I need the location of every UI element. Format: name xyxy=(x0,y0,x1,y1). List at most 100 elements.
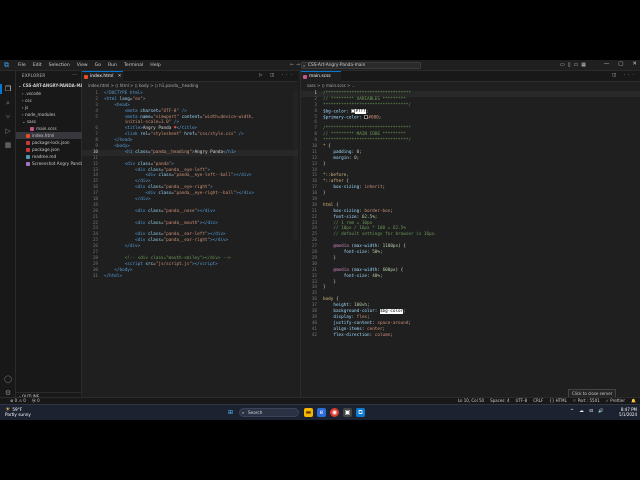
file-tree-label: package.json xyxy=(32,147,60,152)
line-number: 42 xyxy=(311,332,317,338)
close-icon[interactable]: ✕ xyxy=(632,61,637,67)
tab-main-scss[interactable]: main.scss xyxy=(301,71,341,82)
layout-toggle-icons[interactable]: ▭▯▭▦ xyxy=(560,62,589,68)
status-item[interactable]: UTF-8 xyxy=(516,398,528,403)
menu-edit[interactable]: Edit xyxy=(33,60,42,71)
code-line[interactable]: 31 </html> xyxy=(82,274,298,280)
file-tree-item[interactable]: ⌄ sass xyxy=(16,118,82,125)
search-icon[interactable]: ⌕ xyxy=(3,98,13,108)
file-explorer-icon[interactable]: ▬ xyxy=(304,408,313,417)
command-center-label: CSS-Art-Angry-Panda-main xyxy=(308,63,366,68)
search-icon: ⌕ xyxy=(303,63,306,68)
status-item[interactable]: Ln 10, Col 50 xyxy=(458,398,484,403)
maximize-icon[interactable]: ▢ xyxy=(618,61,623,67)
tab-bar: main.scss ◫ ··· xyxy=(301,71,640,82)
file-tree-item[interactable]: › css xyxy=(16,97,82,104)
code-area[interactable]: 1 <!DOCTYPE html> 2 <html lang="en"> 3 <head… xyxy=(82,91,298,280)
file-type-icon xyxy=(26,148,30,152)
file-type-icon xyxy=(30,127,34,131)
menu-terminal[interactable]: Terminal xyxy=(124,60,143,71)
file-type-icon xyxy=(26,155,30,159)
status-item[interactable]: CRLF xyxy=(533,398,543,403)
editor-group-html: index.html ✕ ▷ ◫ ··· index.html > ⟨⟩ htm… xyxy=(82,71,298,411)
weather-desc: Partly sunny xyxy=(5,412,31,417)
status-item[interactable]: Ⓦ 0 xyxy=(32,398,40,403)
status-item[interactable]: 🔔 xyxy=(631,398,636,403)
more-actions-icon[interactable]: ··· xyxy=(72,72,77,78)
file-tree-label: package-lock.json xyxy=(32,140,70,145)
workspace-folder[interactable]: ⌄ CSS-ART-ANGRY-PANDA-MAIN xyxy=(18,83,88,88)
file-tree-label: › .vscode xyxy=(22,91,42,96)
edge-browser-icon[interactable]: e xyxy=(317,408,326,417)
taskbar-apps: ⊞ ⌕ Search ▬ e ◉ ▣ ⧉ xyxy=(226,408,369,417)
breadcrumb[interactable]: sass > ⟨⟩ main.scss > ... xyxy=(307,83,355,88)
search-icon: ⌕ xyxy=(242,410,245,415)
menu-selection[interactable]: Selection xyxy=(49,60,70,71)
file-tree-item[interactable]: main.scss xyxy=(16,125,82,132)
file-tree-label: › node_modules xyxy=(22,112,56,117)
status-item[interactable]: ⚐ Port : 5501 xyxy=(573,398,600,403)
file-tree-label: › css xyxy=(22,98,32,103)
clock[interactable]: 8:47 PM 5/1/2024 xyxy=(619,407,637,417)
letterbox-frame: ⧉ File Edit Selection View Go Run Terminal Help… xyxy=(0,0,640,480)
menu-run[interactable]: Run xyxy=(108,60,117,71)
explorer-icon[interactable]: ❐ xyxy=(3,84,13,94)
tab-index-html[interactable]: index.html ✕ xyxy=(82,71,124,82)
source-control-icon[interactable]: ⑂ xyxy=(3,112,13,122)
account-icon[interactable]: ◯ xyxy=(3,374,13,384)
status-item[interactable]: ⊗ 0 ⚠ 0 xyxy=(10,398,26,403)
file-tree-item[interactable]: › js xyxy=(16,104,82,111)
file-type-icon xyxy=(26,162,30,166)
editor-actions[interactable]: ◫ ··· xyxy=(612,73,637,78)
html-file-icon xyxy=(84,75,88,79)
windows-taskbar: ☀ 59°F Partly sunny ⊞ ⌕ Search ▬ e ◉ ▣ ⧉ … xyxy=(0,404,640,420)
vscode-taskbar-icon[interactable]: ⧉ xyxy=(356,408,365,417)
windows-start-icon[interactable]: ⊞ xyxy=(226,408,235,417)
menu-bar: File Edit Selection View Go Run Terminal Help xyxy=(18,60,168,71)
chrome-icon[interactable]: ◉ xyxy=(330,408,339,417)
tab-label: index.html xyxy=(90,74,114,79)
minimize-icon[interactable]: — xyxy=(604,61,610,67)
active-indicator xyxy=(0,84,2,94)
file-tree: › .vscode › css › js › node_modules ⌄ sass ma… xyxy=(16,90,82,167)
editor-group-scss: main.scss ◫ ··· sass > ⟨⟩ main.scss > ..… xyxy=(300,71,640,411)
code-area[interactable]: 1/********************************* 2// *… xyxy=(301,91,640,338)
menu-help[interactable]: Help xyxy=(150,60,160,71)
file-tree-item[interactable]: package.json xyxy=(16,146,82,153)
breadcrumb[interactable]: index.html > ⟨⟩ html > ⟨⟩ body > ⟨⟩ h1.p… xyxy=(88,83,198,88)
clock-date: 5/1/2024 xyxy=(619,412,637,418)
window-controls: — ▢ ✕ xyxy=(595,61,637,67)
file-tree-item[interactable]: › node_modules xyxy=(16,111,82,118)
close-tab-icon[interactable]: ✕ xyxy=(118,72,122,82)
file-type-icon xyxy=(26,134,30,138)
editor-actions[interactable]: ▷ ◫ ··· xyxy=(259,73,295,78)
tab-label: main.scss xyxy=(309,74,331,79)
taskbar-search[interactable]: ⌕ Search xyxy=(239,408,299,417)
nav-arrows[interactable]: ← → xyxy=(290,62,300,68)
status-item[interactable]: ✓ Prettier xyxy=(606,398,625,403)
status-item[interactable]: {} HTML xyxy=(549,398,567,403)
line-number: 31 xyxy=(92,273,98,279)
code-text: </html> xyxy=(104,273,123,279)
scrollbar[interactable] xyxy=(293,91,298,241)
run-debug-icon[interactable]: ▷ xyxy=(3,126,13,136)
command-center-search[interactable]: ⌕ CSS-Art-Angry-Panda-main xyxy=(301,62,421,69)
file-tree-item[interactable]: Screenshot Angry Panda... xyxy=(16,160,82,167)
sidebar-title: EXPLORER xyxy=(22,73,46,78)
menu-view[interactable]: View xyxy=(77,60,88,71)
file-tree-label: readme.md xyxy=(32,154,57,159)
status-item[interactable]: Spaces: 4 xyxy=(490,398,509,403)
file-tree-label: › js xyxy=(22,105,29,110)
file-tree-item[interactable]: readme.md xyxy=(16,153,82,160)
file-tree-item[interactable]: › .vscode xyxy=(16,90,82,97)
file-tree-item[interactable]: package-lock.json xyxy=(16,139,82,146)
extensions-icon[interactable]: ▦ xyxy=(3,140,13,150)
weather-widget[interactable]: ☀ 59°F Partly sunny xyxy=(5,407,31,418)
file-type-icon xyxy=(26,141,30,145)
system-tray-icons[interactable]: ^ ☁ ⊡ 🔊 xyxy=(570,409,606,414)
file-tree-item[interactable]: index.html xyxy=(16,132,82,139)
store-icon[interactable]: ▣ xyxy=(343,408,352,417)
menu-file[interactable]: File xyxy=(18,60,26,71)
code-line[interactable]: 42 flex-direction: column; xyxy=(301,333,640,339)
menu-go[interactable]: Go xyxy=(95,60,101,71)
